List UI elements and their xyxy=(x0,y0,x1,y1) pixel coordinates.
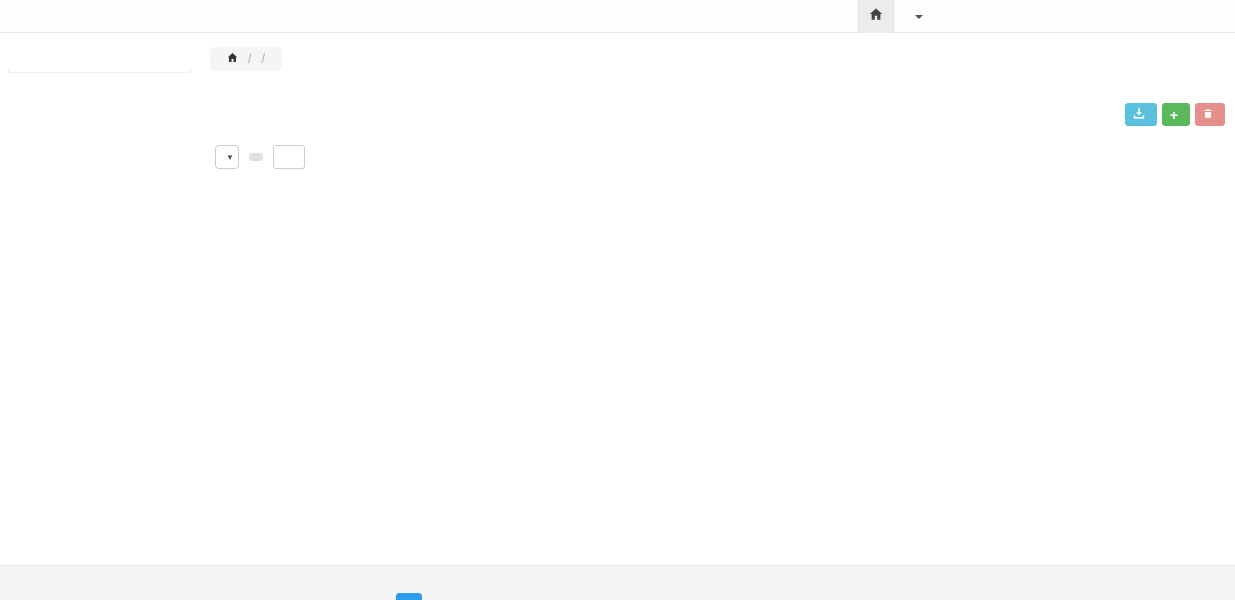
batch-delete-button[interactable] xyxy=(1195,103,1225,126)
home-icon xyxy=(869,7,883,26)
topbar-right-group xyxy=(858,0,923,33)
page-number-input[interactable] xyxy=(273,145,305,169)
add-button[interactable]: + xyxy=(1162,103,1190,126)
import-excel-button[interactable] xyxy=(1125,103,1157,126)
trash-icon xyxy=(1203,108,1213,122)
footer xyxy=(0,565,1235,600)
home-button[interactable] xyxy=(858,0,894,33)
import-icon xyxy=(1133,107,1145,122)
jump-button[interactable] xyxy=(249,153,263,161)
breadcrumb: / / xyxy=(210,47,282,71)
back-to-top-button[interactable] xyxy=(396,593,422,600)
chevron-down-icon: ▼ xyxy=(226,153,234,162)
top-header xyxy=(0,0,1235,33)
per-page-select[interactable]: ▼ xyxy=(215,145,239,169)
sidebar xyxy=(8,50,191,75)
plus-icon: + xyxy=(1170,108,1178,122)
main-content: / / + xyxy=(210,46,1225,169)
action-buttons: + xyxy=(210,103,1225,126)
user-menu[interactable] xyxy=(910,15,923,19)
sidebar-title xyxy=(8,50,191,68)
breadcrumb-separator: / xyxy=(248,52,251,66)
chevron-down-icon xyxy=(915,15,923,19)
home-icon xyxy=(227,52,238,66)
pagination: ▼ xyxy=(210,145,1225,169)
breadcrumb-separator: / xyxy=(261,52,264,66)
sidebar-submenu xyxy=(8,68,191,73)
records-summary: ▼ xyxy=(210,145,310,169)
